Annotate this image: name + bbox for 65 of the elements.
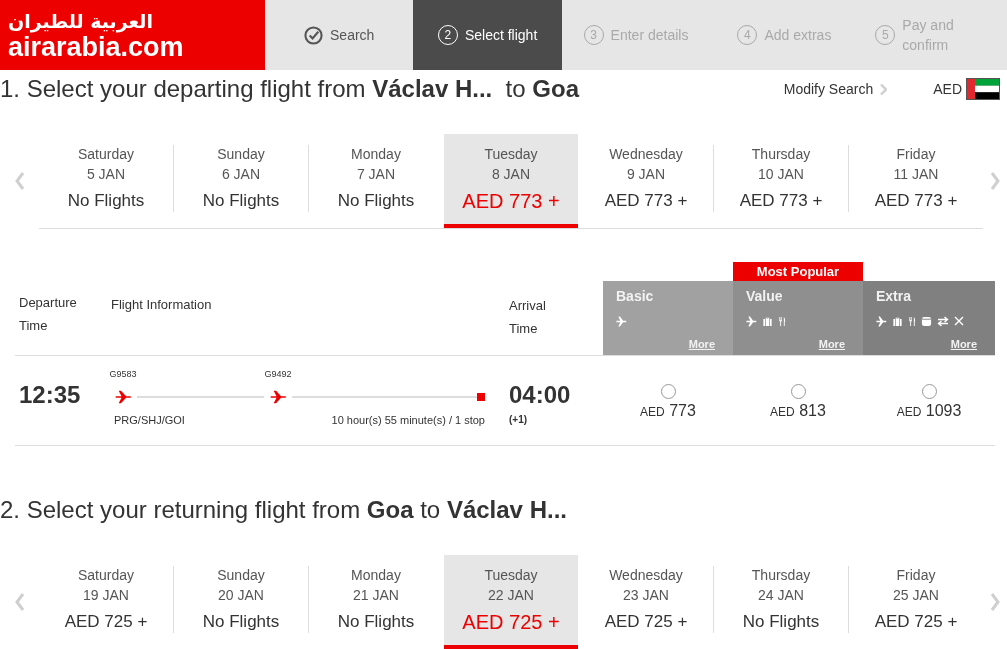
more-link[interactable]: More <box>950 337 977 351</box>
chevron-left-icon <box>14 593 25 611</box>
chevron-right-icon <box>989 593 1000 611</box>
suitcase-icon <box>762 315 773 327</box>
airplane-icon <box>746 315 757 327</box>
fare-price: AED 813 <box>770 401 826 421</box>
flag-icon[interactable] <box>966 78 1000 100</box>
date-tab[interactable]: Tuesday 22 JAN AED 725 + <box>444 555 578 649</box>
date-tab[interactable]: Thursday 24 JAN No Flights <box>714 555 848 649</box>
date-tab[interactable]: Sunday 6 JAN No Flights <box>174 134 308 228</box>
flight-number: G9583 <box>109 368 137 380</box>
date-tab[interactable]: Saturday 5 JAN No Flights <box>39 134 173 228</box>
date-tab[interactable]: Saturday 19 JAN AED 725 + <box>39 555 173 649</box>
section-title: 1. Select your departing flight from Václav H... to Goa <box>0 74 579 104</box>
date-tab[interactable]: Wednesday 23 JAN AED 725 + <box>579 555 713 649</box>
column-header: Flight Information <box>111 296 212 314</box>
most-popular-badge: Most Popular <box>733 262 863 281</box>
chevron-right-icon <box>880 83 888 95</box>
route-text: PRG/SHJ/GOI <box>114 413 185 427</box>
fare-name: Extra <box>876 287 912 305</box>
section-title: 2. Select your returning flight from Goa to Václav H... <box>0 495 567 525</box>
step-label: Search <box>330 26 375 45</box>
progress-step[interactable]: Search <box>265 0 414 70</box>
step-label: Pay and confirm <box>902 16 955 55</box>
destination-marker-icon <box>477 393 485 401</box>
date-tab[interactable]: Tuesday 8 JAN AED 773 + <box>444 134 578 228</box>
logo-arabic-text: العربية للطيران <box>8 10 153 32</box>
step-label: Select flight <box>464 26 538 45</box>
chevron-left-icon <box>14 172 25 190</box>
fare-name: Basic <box>616 287 654 305</box>
day-offset: (+1) <box>509 413 528 427</box>
step-label: Enter details <box>610 26 689 45</box>
fare-price: AED 773 <box>640 401 696 421</box>
rounded-square-icon <box>921 315 932 327</box>
date-tab[interactable]: Thursday 10 JAN AED 773 + <box>714 134 848 228</box>
date-tab[interactable]: Monday 21 JAN No Flights <box>309 555 443 649</box>
fork-knife-icon <box>908 315 916 327</box>
check-circle-icon <box>304 25 323 45</box>
step-label: Add extras <box>764 26 832 45</box>
currency-label[interactable]: AED <box>933 79 962 99</box>
date-tab[interactable]: Friday 25 JAN AED 725 + <box>849 555 983 649</box>
airplane-icon <box>114 390 132 404</box>
flight-number: G9492 <box>264 368 292 380</box>
chevron-right-icon <box>989 172 1000 190</box>
date-tab[interactable]: Sunday 20 JAN No Flights <box>174 555 308 649</box>
duration-text: 10 hour(s) 55 minute(s) / 1 stop <box>331 413 485 427</box>
date-tab[interactable]: Monday 7 JAN No Flights <box>309 134 443 228</box>
date-tab[interactable]: Wednesday 9 JAN AED 773 + <box>579 134 713 228</box>
logo-wordmark: airarabia.com <box>8 34 184 60</box>
progress-step[interactable]: 2 Select flight <box>413 0 562 70</box>
modify-search-link[interactable]: Modify Search <box>783 79 888 99</box>
date-tab[interactable]: Friday 11 JAN AED 773 + <box>849 134 983 228</box>
column-header: Arrival Time <box>509 297 547 338</box>
column-header: Departure Time <box>19 294 78 335</box>
suitcase-icon <box>892 315 903 327</box>
arrival-time: 04:00 <box>509 380 571 410</box>
airplane-icon <box>876 315 887 327</box>
departure-time: 12:35 <box>19 380 81 410</box>
fork-knife-icon <box>778 315 786 327</box>
airplane-icon <box>269 390 287 404</box>
fare-name: Value <box>746 287 783 305</box>
fare-price: AED 1093 <box>896 401 962 421</box>
airplane-icon <box>616 315 627 327</box>
close-icon <box>954 316 964 326</box>
swap-arrows-icon <box>937 315 949 327</box>
